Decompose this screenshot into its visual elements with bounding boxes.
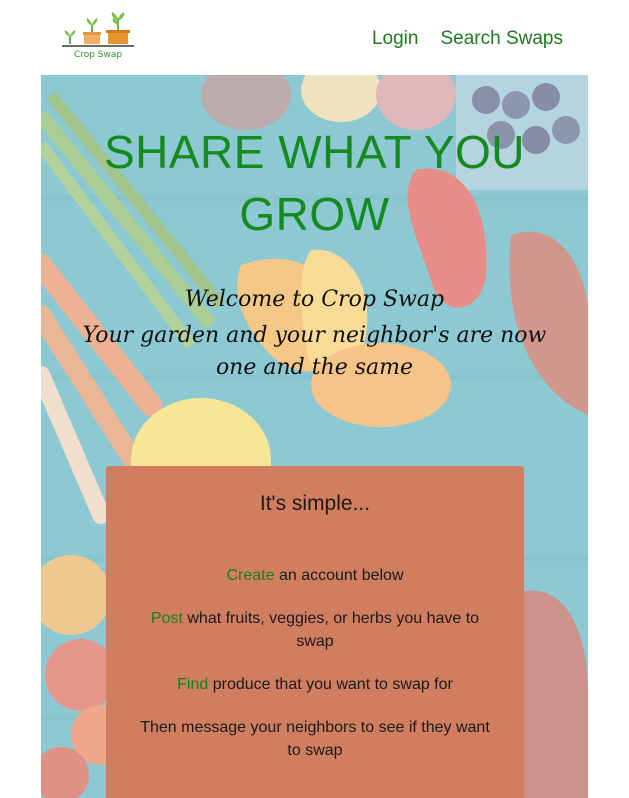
top-nav: Login Search Swaps — [372, 28, 563, 50]
crop-swap-logo[interactable]: Crop Swap — [56, 12, 140, 64]
step-text: produce that you want to swap for — [208, 676, 453, 693]
step-post: Post what fruits, veggies, or herbs you … — [136, 607, 494, 653]
step-keyword: Create — [226, 567, 275, 584]
logo-text: Crop Swap — [73, 50, 123, 60]
step-find: Find produce that you want to swap for — [136, 673, 494, 696]
site-header: Crop Swap Login Search Swaps — [0, 0, 629, 75]
card-title: It's simple... — [259, 492, 371, 515]
plant-pots-icon — [62, 12, 134, 47]
welcome-text: Welcome to Crop Swap — [184, 287, 445, 312]
tagline-text: Your garden and your neighbor's are now … — [82, 323, 547, 380]
hero-section: SHARE WHAT YOU GROW Welcome to Crop Swap… — [41, 75, 588, 798]
how-it-works-card: It's simple... Create an account below P… — [106, 466, 524, 798]
login-link[interactable]: Login — [372, 28, 419, 50]
hero-headline: SHARE WHAT YOU GROW — [103, 126, 526, 240]
step-text: Then message your neighbors to see if th… — [140, 719, 490, 759]
step-text: an account below — [274, 567, 404, 584]
step-text: what fruits, veggies, or herbs you have … — [182, 610, 480, 650]
search-swaps-link[interactable]: Search Swaps — [440, 28, 563, 50]
step-keyword: Find — [177, 676, 209, 693]
step-keyword: Post — [150, 610, 183, 627]
step-message: Then message your neighbors to see if th… — [136, 716, 494, 762]
step-create: Create an account below — [136, 564, 494, 587]
